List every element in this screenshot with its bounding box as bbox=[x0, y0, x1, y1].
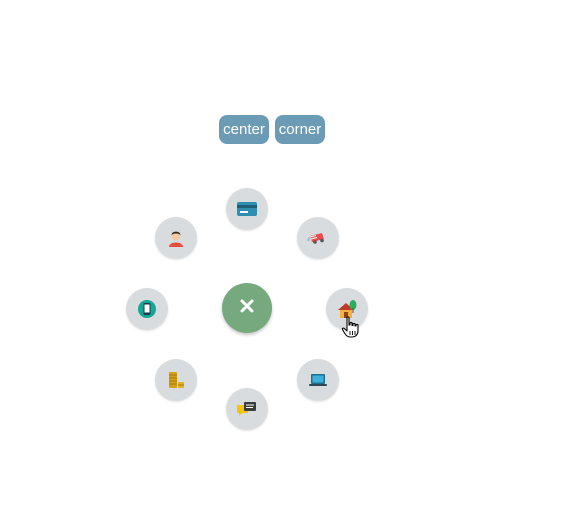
menu-item-home[interactable] bbox=[326, 288, 368, 330]
user-icon bbox=[166, 228, 186, 248]
mobile-phone-icon bbox=[137, 299, 157, 319]
menu-item-coins[interactable] bbox=[155, 359, 197, 401]
menu-item-phone[interactable] bbox=[126, 288, 168, 330]
menu-item-delivery[interactable] bbox=[297, 217, 339, 259]
menu-item-chat[interactable] bbox=[226, 388, 268, 430]
coin-stack-icon bbox=[166, 370, 186, 390]
menu-toggle-button[interactable] bbox=[222, 283, 272, 333]
chat-bubbles-icon bbox=[236, 401, 258, 417]
delivery-truck-icon bbox=[307, 230, 329, 246]
close-icon bbox=[239, 298, 255, 319]
menu-item-laptop[interactable] bbox=[297, 359, 339, 401]
menu-item-card[interactable] bbox=[226, 188, 268, 230]
menu-item-user[interactable] bbox=[155, 217, 197, 259]
eco-house-icon bbox=[336, 299, 358, 319]
corner-mode-button[interactable]: corner bbox=[275, 115, 325, 144]
credit-card-icon bbox=[236, 201, 258, 217]
page: center corner bbox=[0, 0, 575, 532]
center-mode-button[interactable]: center bbox=[219, 115, 269, 144]
laptop-icon bbox=[308, 372, 328, 388]
